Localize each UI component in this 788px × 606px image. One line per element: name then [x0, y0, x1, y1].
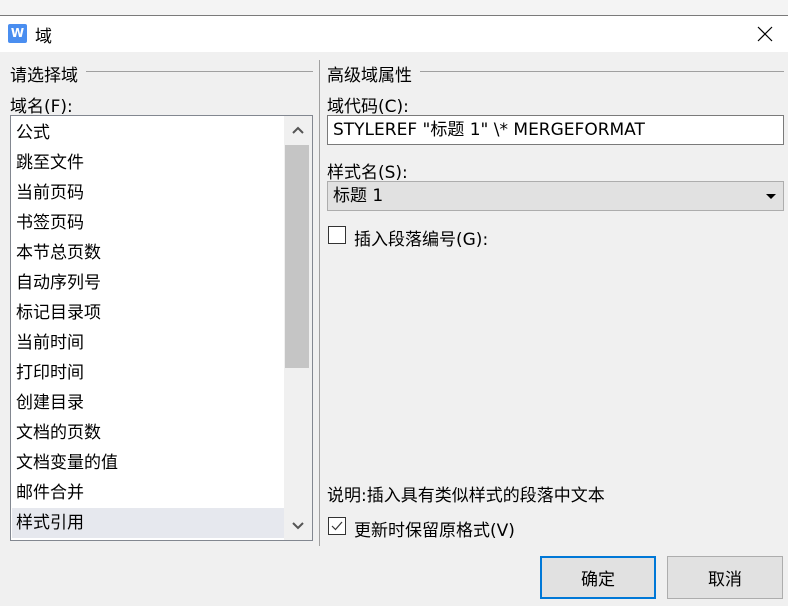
list-item[interactable]: 标记目录项 [16, 298, 284, 328]
checkmark-icon [331, 521, 343, 531]
select-field-group-title: 请选择域 [10, 66, 78, 86]
list-item[interactable]: 当前页码 [16, 178, 284, 208]
window-title: 域 [35, 27, 52, 47]
group-divider [420, 71, 784, 72]
field-name-listbox[interactable]: 公式 跳至文件 当前页码 书签页码 本节总页数 自动序列号 标记目录项 当前时间 打印时间 创建目… [10, 115, 313, 541]
list-item[interactable]: 打印时间 [16, 358, 284, 388]
list-item[interactable]: 邮件合并 [16, 478, 284, 508]
close-button[interactable] [742, 16, 788, 52]
description-text: 说明:插入具有类似样式的段落中文本 [327, 486, 605, 506]
list-item[interactable]: 创建目录 [16, 388, 284, 418]
insert-numbering-label: 插入段落编号(G): [354, 230, 489, 250]
style-name-label: 样式名(S): [327, 163, 408, 183]
style-name-value: 标题 1 [333, 186, 384, 206]
ok-button[interactable]: 确定 [540, 556, 656, 599]
scroll-up-button[interactable] [284, 116, 312, 144]
listbox-scrollbar[interactable] [284, 116, 312, 540]
field-code-input[interactable]: STYLEREF "标题 1" \* MERGEFORMAT [327, 115, 784, 145]
scroll-thumb[interactable] [285, 145, 309, 368]
panel-separator [319, 60, 320, 546]
window-top-strip [0, 0, 788, 15]
list-item[interactable]: 跳至文件 [16, 148, 284, 178]
wps-writer-icon: W [8, 24, 27, 43]
list-item[interactable]: 样式引用 [12, 508, 284, 538]
field-name-label: 域名(F): [10, 97, 73, 117]
preserve-format-checkbox[interactable] [328, 517, 346, 535]
scroll-down-button[interactable] [284, 512, 312, 540]
advanced-properties-group-title: 高级域属性 [327, 66, 412, 86]
list-item[interactable]: 公式 [16, 118, 284, 148]
insert-numbering-checkbox[interactable] [328, 226, 346, 244]
style-name-select[interactable]: 标题 1 [327, 181, 784, 211]
list-item[interactable]: 当前时间 [16, 328, 284, 358]
list-item[interactable]: 书签页码 [16, 208, 284, 238]
preserve-format-label: 更新时保留原格式(V) [354, 521, 515, 541]
group-divider [86, 71, 313, 72]
chevron-up-icon [292, 126, 304, 134]
cancel-button[interactable]: 取消 [667, 556, 783, 599]
title-bar: W 域 [0, 15, 788, 52]
list-item[interactable]: 文档变量的值 [16, 448, 284, 478]
chevron-down-icon [292, 522, 304, 530]
field-code-label: 域代码(C): [327, 97, 409, 117]
list-item[interactable]: 文档的页数 [16, 418, 284, 448]
list-item[interactable]: 本节总页数 [16, 238, 284, 268]
list-item[interactable]: 自动序列号 [16, 268, 284, 298]
dropdown-arrow-icon [766, 194, 776, 199]
close-icon [757, 26, 773, 42]
